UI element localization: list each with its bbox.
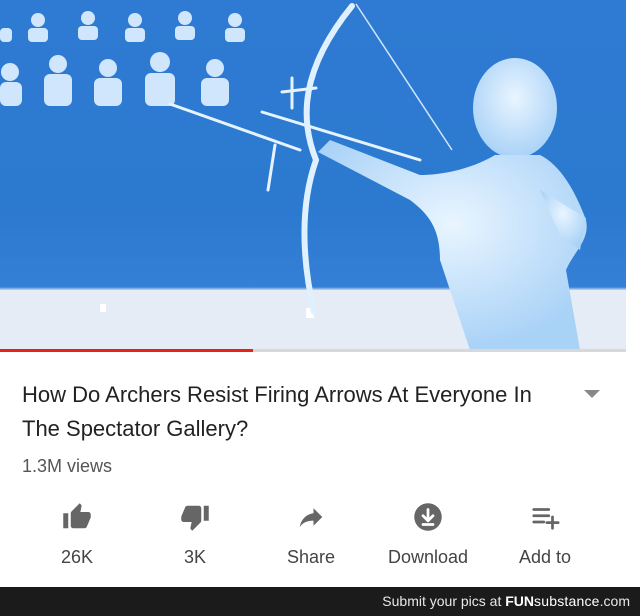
video-title: How Do Archers Resist Firing Arrows At E…: [22, 382, 532, 441]
watermark-footer: Submit your pics at FUNsubstance.com: [0, 587, 640, 616]
download-icon: [414, 503, 442, 531]
action-bar: 26K 3K Share Download Add to: [0, 500, 626, 580]
add-to-button[interactable]: Add to: [490, 500, 600, 580]
share-label: Share: [286, 547, 336, 567]
video-player[interactable]: [0, 0, 626, 350]
download-button[interactable]: Download: [373, 500, 483, 580]
archery-thumbnail-image: [0, 3, 626, 350]
like-count: 26K: [60, 547, 94, 567]
image-border: [626, 0, 640, 616]
share-button[interactable]: Share: [256, 500, 366, 580]
brand-fun: FUN: [505, 593, 535, 609]
expand-description-icon[interactable]: [580, 382, 604, 406]
app-frame: How Do Archers Resist Firing Arrows At E…: [0, 0, 640, 616]
progress-bar-fill: [0, 349, 253, 352]
add-to-playlist-icon: [532, 508, 560, 530]
add-to-label: Add to: [518, 547, 572, 567]
thumbs-up-icon: [63, 503, 91, 529]
dislike-button[interactable]: 3K: [140, 500, 250, 580]
download-label: Download: [387, 547, 469, 567]
share-icon: [299, 508, 323, 527]
dislike-count: 3K: [183, 547, 207, 567]
thumbs-down-icon: [181, 505, 209, 531]
like-button[interactable]: 26K: [22, 500, 132, 580]
brand-substance: substance: [534, 593, 600, 609]
footer-prefix: Submit your pics at: [382, 593, 502, 609]
view-count: 1.3M views: [22, 456, 113, 476]
brand-suffix: .com: [599, 593, 630, 609]
